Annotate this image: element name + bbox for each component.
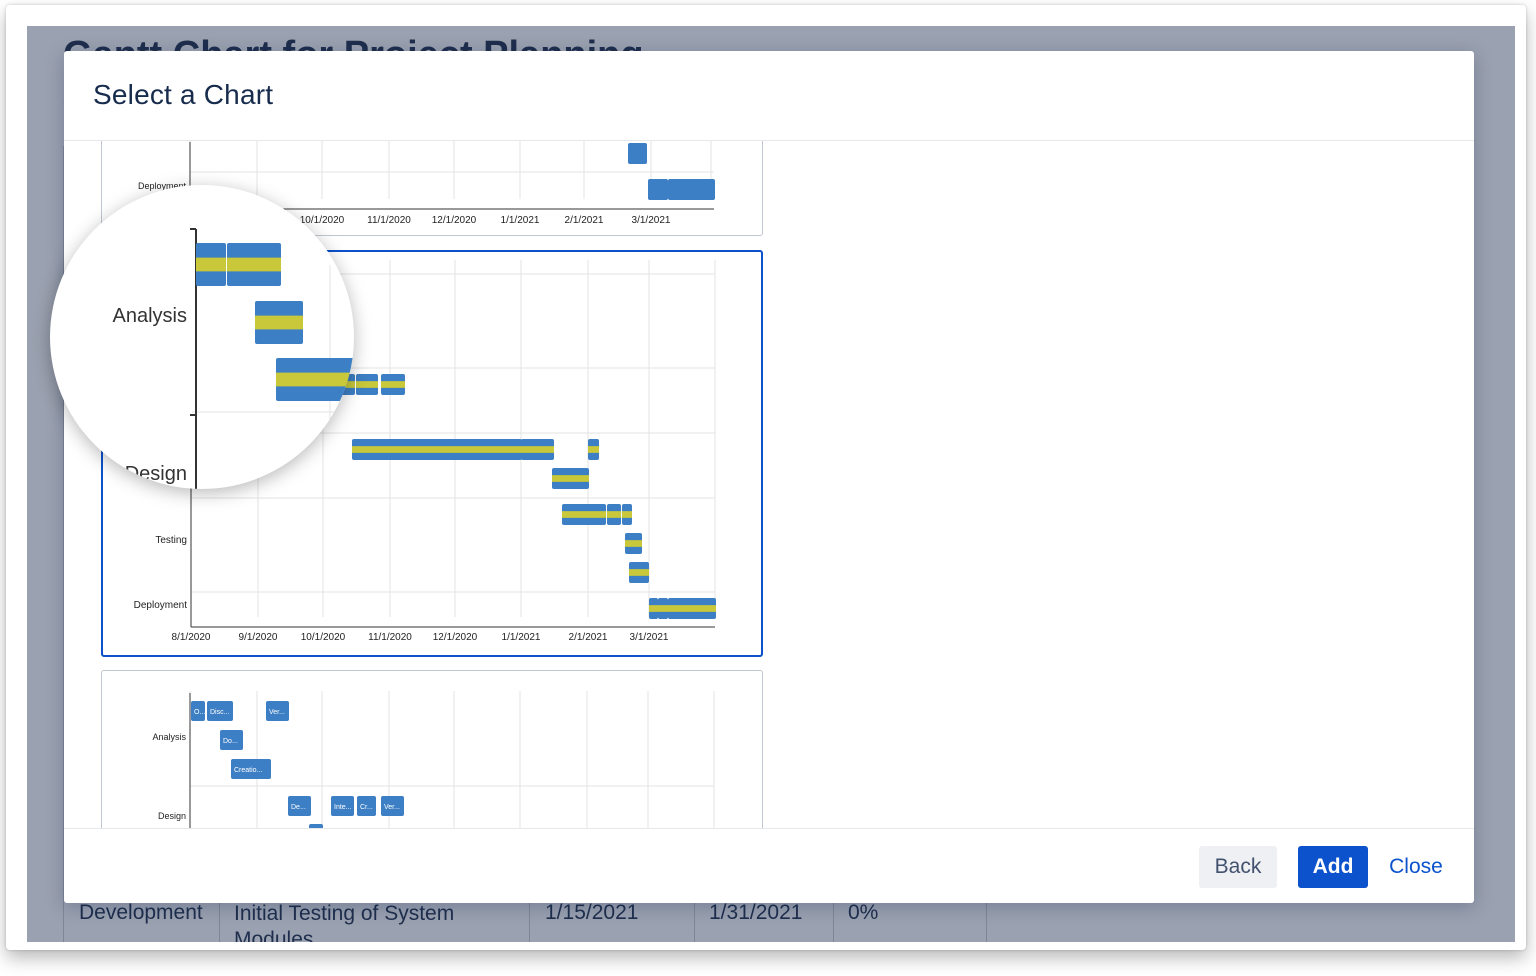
x-tick-label: 11/1/2020	[368, 632, 412, 643]
y-category-label: Design	[158, 811, 186, 821]
bar-label: Cr...	[360, 804, 373, 811]
bar-label: Ver...	[384, 804, 400, 811]
dialog-footer: Back Add Close	[64, 828, 1474, 903]
close-button[interactable]: Close	[1381, 846, 1451, 888]
progress-fill	[562, 511, 606, 518]
magnified-category-label: Analysis	[113, 305, 187, 327]
table-cell-start: 1/15/2021	[545, 901, 639, 924]
x-tick-label: 12/1/2020	[433, 632, 478, 643]
bar-label: Ver...	[269, 709, 285, 716]
back-button[interactable]: Back	[1199, 846, 1277, 888]
dialog-title: Select a Chart	[93, 79, 274, 110]
progress-fill	[622, 511, 632, 518]
progress-fill	[552, 475, 589, 482]
progress-fill	[649, 605, 658, 612]
x-tick-label: 10/1/2020	[301, 632, 346, 643]
x-tick-label: 12/1/2020	[432, 215, 477, 226]
progress-fill	[255, 315, 303, 330]
progress-fill	[588, 446, 599, 453]
bar-label: Creatio...	[234, 767, 262, 774]
bar-label: Do...	[223, 738, 238, 745]
x-tick-label: 11/1/2020	[367, 215, 411, 226]
progress-fill	[668, 605, 716, 612]
gantt-bar	[668, 179, 715, 200]
chart-option-labeled[interactable]: Analysis Design O... Disc... Ver... Do... Crea…	[101, 670, 763, 828]
x-tick-label: 9/1/2020	[239, 632, 278, 643]
progress-fill	[625, 540, 642, 547]
x-tick-label: 1/1/2021	[501, 215, 540, 226]
progress-fill	[196, 257, 226, 272]
dialog-header: Select a Chart	[64, 51, 1474, 141]
y-category-label: Deployment	[134, 600, 188, 611]
progress-fill	[629, 569, 649, 576]
magnified-category-label: Design	[125, 463, 187, 485]
x-tick-label: 2/1/2021	[565, 215, 604, 226]
x-tick-label: 3/1/2021	[632, 215, 671, 226]
table-cell-end: 1/31/2021	[709, 901, 803, 924]
progress-fill	[276, 372, 354, 387]
progress-fill	[356, 381, 378, 388]
bar-label: De...	[291, 804, 306, 811]
magnifier-lens: Analysis Design	[50, 185, 354, 489]
y-category-label: Testing	[155, 535, 187, 546]
gantt-chart-labeled: Analysis Design O... Disc... Ver... Do... Crea…	[152, 691, 715, 828]
progress-fill	[521, 446, 554, 453]
progress-fill	[352, 446, 522, 453]
add-button[interactable]: Add	[1298, 846, 1368, 888]
progress-fill	[607, 511, 621, 518]
bar-label: O...	[194, 709, 205, 716]
gantt-bar	[628, 143, 647, 164]
progress-fill	[658, 605, 668, 612]
x-tick-label: 8/1/2020	[172, 632, 211, 643]
x-tick-label: 3/1/2021	[630, 632, 669, 643]
progress-fill	[381, 381, 405, 388]
table-cell-task: Initial Testing of System Modules	[234, 902, 455, 942]
bar-label: Inte...	[334, 804, 352, 811]
y-category-label: Analysis	[152, 732, 186, 742]
progress-fill	[227, 257, 281, 272]
x-tick-label: 2/1/2021	[569, 632, 608, 643]
table-cell-phase: Development	[79, 901, 203, 924]
gantt-bar	[648, 179, 668, 200]
magnified-chart: Analysis Design	[113, 228, 354, 489]
x-tick-label: 1/1/2021	[502, 632, 541, 643]
table-cell-progress: 0%	[848, 901, 879, 924]
bar-label: Disc...	[210, 709, 230, 716]
